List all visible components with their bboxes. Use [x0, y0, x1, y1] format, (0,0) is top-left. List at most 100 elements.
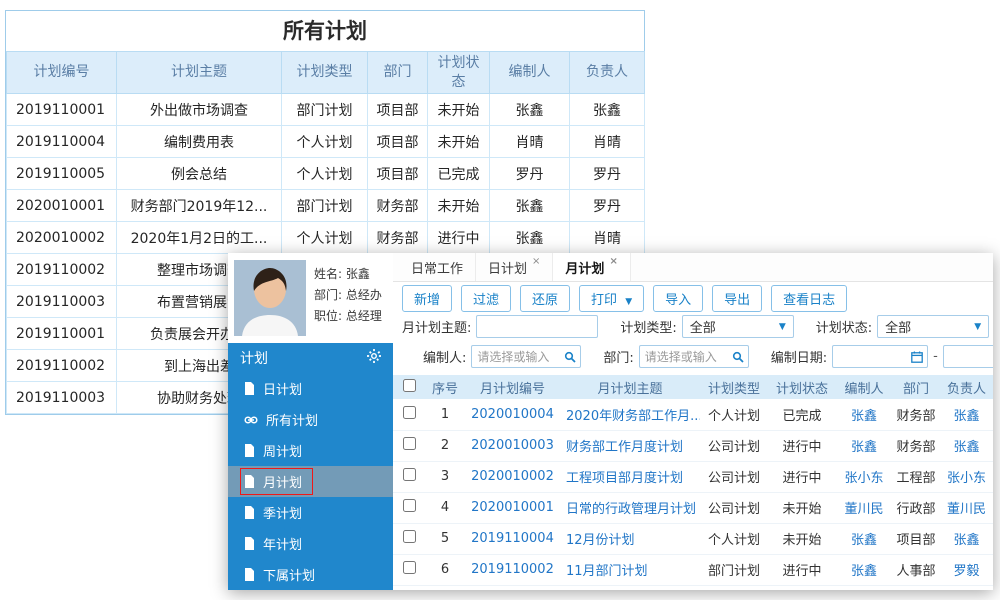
select-all-checkbox[interactable]: [402, 378, 416, 392]
column-header-owner: 负责人: [569, 51, 645, 94]
cell-plan-id-link[interactable]: 2020010003: [465, 430, 560, 462]
tab-label: 月计划: [565, 261, 605, 277]
cell-type: 个人计划: [281, 125, 368, 158]
cell-compiler-link[interactable]: 张鑫: [836, 554, 892, 586]
toolbar: 新增 过滤 还原 打印 ▼ 导入 导出 查看日志: [393, 282, 993, 315]
sidebar-item-label: 所有计划: [266, 414, 319, 429]
column-header-owner: 负责人: [940, 375, 993, 399]
cell-status: 进行中: [768, 461, 836, 493]
tab-daily-work[interactable]: 日常工作: [399, 253, 477, 281]
sidebar-item-label: 周计划: [263, 445, 303, 460]
checkbox-cell: [393, 554, 425, 586]
restore-button[interactable]: 还原: [520, 285, 571, 312]
search-icon[interactable]: [732, 351, 744, 363]
compiler-filter-label: 编制人:: [423, 351, 467, 366]
sidebar-item-subordinate-plans[interactable]: 下属计划: [228, 559, 393, 590]
row-checkbox[interactable]: [402, 530, 416, 543]
cell-dept: 项目部: [367, 157, 428, 190]
table-header-row: 计划编号 计划主题 计划类型 部门 计划状态 编制人 负责人: [6, 51, 645, 94]
profile-info: 姓名: 张鑫 部门: 总经办 职位: 总经理: [314, 260, 382, 336]
sidebar-item-quarterly-plan[interactable]: 季计划: [228, 497, 393, 528]
filter-button[interactable]: 过滤: [461, 285, 512, 312]
document-icon: [244, 382, 255, 395]
cell-compiler: 肖晴: [489, 125, 570, 158]
compile-date-end-input[interactable]: [942, 345, 993, 368]
status-filter-select[interactable]: 全部 ▼: [877, 315, 990, 338]
view-log-button[interactable]: 查看日志: [771, 285, 848, 312]
sidebar-item-weekly-plan[interactable]: 周计划: [228, 435, 393, 466]
row-checkbox[interactable]: [402, 499, 416, 512]
cell-subject-link[interactable]: 日常的行政管理月计划: [560, 492, 700, 524]
subject-filter-label: 月计划主题:: [402, 321, 472, 336]
row-checkbox[interactable]: [402, 405, 416, 419]
checkbox-cell: [393, 399, 425, 431]
tab-daily-plan[interactable]: 日计划 ×: [476, 253, 554, 281]
document-icon: [244, 537, 255, 550]
cell-plan-id: 2019110002: [6, 349, 117, 382]
close-icon[interactable]: ×: [609, 256, 617, 267]
cell-status: 已完成: [427, 157, 490, 190]
sidebar-item-yearly-plan[interactable]: 年计划: [228, 528, 393, 559]
type-filter-select[interactable]: 全部 ▼: [681, 315, 794, 338]
cell-status: 未开始: [768, 523, 836, 555]
add-button[interactable]: 新增: [402, 285, 453, 312]
compile-date-filter-label: 编制日期:: [770, 351, 828, 366]
row-checkbox[interactable]: [402, 561, 416, 574]
sidebar-item-daily-plan[interactable]: 日计划: [228, 373, 393, 404]
cell-dept: 项目部: [367, 125, 428, 158]
export-button[interactable]: 导出: [712, 285, 763, 312]
gear-icon[interactable]: [367, 349, 381, 367]
cell-compiler-link[interactable]: 张小东: [836, 461, 892, 493]
cell-owner-link[interactable]: 张鑫: [940, 523, 993, 555]
column-header-compiler: 编制人: [489, 51, 570, 94]
cell-owner-link[interactable]: 张小东: [940, 461, 993, 493]
cell-owner-link[interactable]: 张鑫: [940, 399, 993, 431]
cell-subject-link[interactable]: 11月部门计划: [560, 554, 700, 586]
cell-status: 已完成: [768, 399, 836, 431]
sidebar-item-label: 日计划: [263, 383, 303, 398]
cell-compiler-link[interactable]: 张鑫: [836, 523, 892, 555]
cell-compiler: 张鑫: [489, 93, 570, 126]
print-button[interactable]: 打印 ▼: [579, 285, 645, 312]
cell-subject-link[interactable]: 12月份计划: [560, 523, 700, 555]
subject-filter-input[interactable]: [476, 315, 599, 338]
monthly-plan-table: 序号 月计划编号 月计划主题 计划类型 计划状态 编制人 部门 负责人 1 20…: [393, 375, 993, 586]
cell-compiler-link[interactable]: 董川民: [836, 492, 892, 524]
cell-subject-link[interactable]: 财务部工作月度计划: [560, 430, 700, 462]
search-icon[interactable]: [564, 351, 577, 363]
cell-subject-link[interactable]: 工程项目部月度计划: [560, 461, 700, 493]
cell-index: 1: [425, 399, 465, 431]
table-row: 4 2020010001 日常的行政管理月计划 公司计划 未开始 董川民 行政部…: [393, 492, 993, 524]
cell-plan-id-link[interactable]: 2020010002: [465, 461, 560, 493]
calendar-icon[interactable]: [911, 351, 924, 363]
cell-owner-link[interactable]: 罗毅: [940, 554, 993, 586]
cell-compiler-link[interactable]: 张鑫: [836, 430, 892, 462]
cell-dept: 工程部: [892, 461, 940, 493]
profile-name: 姓名: 张鑫: [314, 267, 370, 281]
link-icon: [244, 415, 258, 425]
cell-type: 部门计划: [281, 189, 368, 222]
cell-plan-id-link[interactable]: 2020010004: [465, 399, 560, 431]
profile-title: 职位: 总经理: [314, 309, 382, 323]
cell-subject: 编制费用表: [116, 125, 282, 158]
cell-owner-link[interactable]: 张鑫: [940, 430, 993, 462]
cell-compiler-link[interactable]: 张鑫: [836, 399, 892, 431]
row-checkbox[interactable]: [402, 437, 416, 450]
sidebar-item-all-plans[interactable]: 所有计划: [228, 404, 393, 435]
table-row: 3 2020010002 工程项目部月度计划 公司计划 进行中 张小东 工程部 …: [393, 461, 993, 493]
row-checkbox[interactable]: [402, 468, 416, 481]
cell-plan-id: 2019110002: [6, 253, 117, 286]
cell-subject-link[interactable]: 2020年财务部工作月...: [560, 399, 700, 431]
tab-monthly-plan[interactable]: 月计划 ×: [553, 253, 631, 281]
filter-row-2: 编制人: 部门: 编制日期:: [393, 345, 993, 368]
import-button[interactable]: 导入: [653, 285, 704, 312]
cell-index: 6: [425, 554, 465, 586]
sidebar-item-monthly-plan[interactable]: 月计划: [228, 466, 393, 497]
cell-owner-link[interactable]: 董川民: [940, 492, 993, 524]
cell-plan-id-link[interactable]: 2019110002: [465, 554, 560, 586]
cell-plan-id-link[interactable]: 2020010001: [465, 492, 560, 524]
table-row: 1 2020010004 2020年财务部工作月... 个人计划 已完成 张鑫 …: [393, 399, 993, 431]
cell-plan-id-link[interactable]: 2019110004: [465, 523, 560, 555]
close-icon[interactable]: ×: [532, 256, 540, 267]
tab-bar: 日常工作 日计划 × 月计划 ×: [393, 253, 993, 282]
